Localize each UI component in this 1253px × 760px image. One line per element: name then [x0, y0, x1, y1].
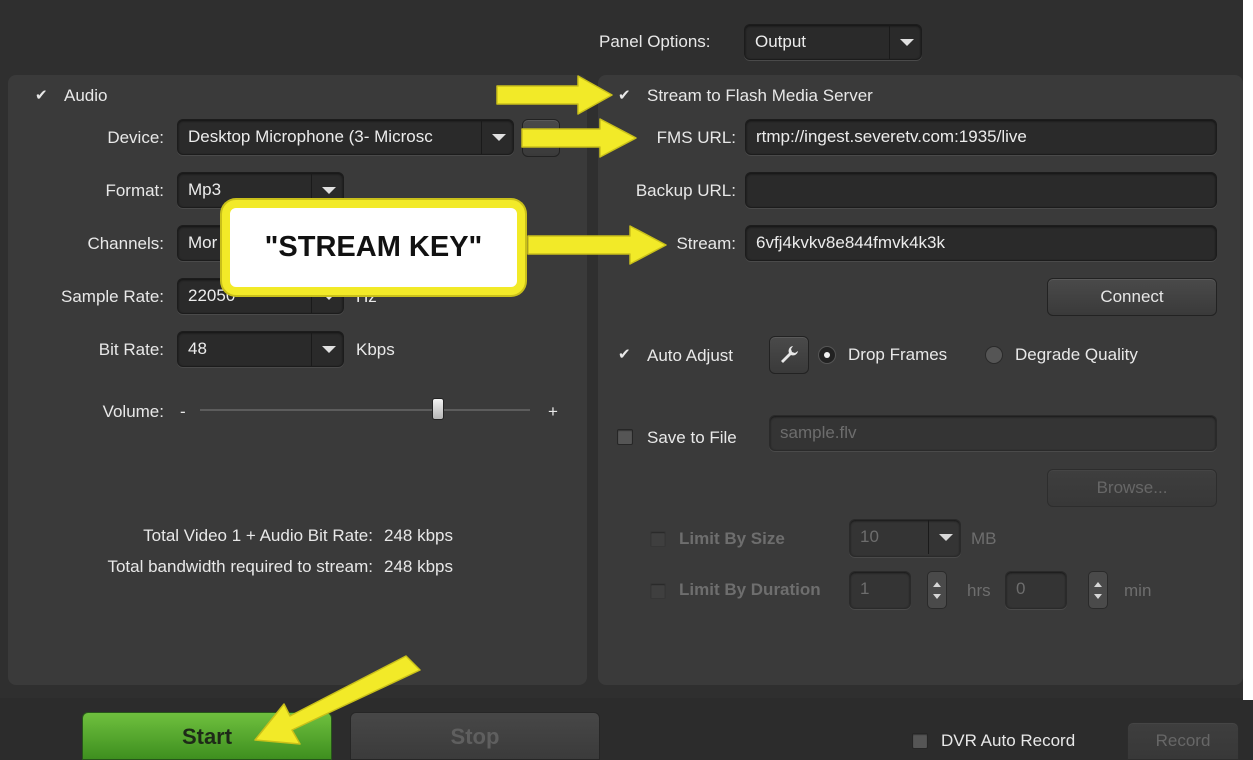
arrow-to-stream-key [527, 225, 667, 265]
annotation-arrows [254, 75, 667, 745]
arrow-to-fms-url [521, 118, 637, 158]
arrow-to-start-button [254, 655, 421, 745]
fme-output-window: Panel Options: Output ✔ Audio Device: De… [0, 0, 1253, 760]
arrow-to-stream-checkbox [496, 75, 613, 115]
